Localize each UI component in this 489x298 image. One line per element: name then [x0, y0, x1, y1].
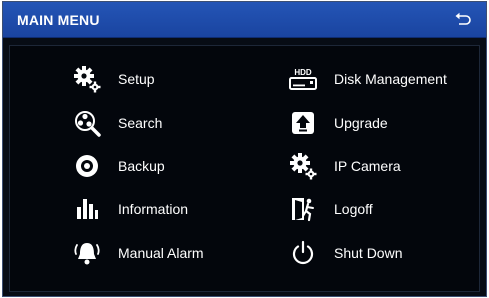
bar-chart-icon: [72, 194, 102, 224]
alarm-bell-icon: [72, 238, 102, 268]
title-bar: MAIN MENU: [3, 2, 486, 38]
menu-item-label: IP Camera: [334, 158, 401, 174]
menu-item-label: Upgrade: [334, 115, 388, 131]
menu-item-information[interactable]: Information: [72, 192, 188, 226]
gears-icon: [72, 64, 102, 94]
upgrade-icon: [288, 108, 318, 138]
menu-item-label: Shut Down: [334, 245, 403, 261]
menu-item-ip-camera[interactable]: IP Camera: [288, 149, 401, 183]
menu-item-label: Manual Alarm: [118, 245, 204, 261]
menu-item-label: Logoff: [334, 201, 373, 217]
menu-item-setup[interactable]: Setup: [72, 62, 155, 96]
menu-item-logoff[interactable]: Logoff: [288, 192, 373, 226]
menu-item-backup[interactable]: Backup: [72, 149, 165, 183]
hdd-icon: HDD: [288, 64, 318, 94]
back-arrow-icon[interactable]: [454, 11, 472, 29]
disc-icon: [72, 151, 102, 181]
menu-item-upgrade[interactable]: Upgrade: [288, 106, 388, 140]
menu-item-label: Backup: [118, 158, 165, 174]
menu-panel: Setup Search Backup Information Manual A…: [9, 45, 480, 292]
search-icon: [72, 108, 102, 138]
menu-item-label: Search: [118, 115, 163, 131]
menu-item-label: Information: [118, 201, 189, 217]
window-title: MAIN MENU: [17, 12, 100, 28]
gears-icon: [288, 151, 318, 181]
power-icon: [288, 238, 318, 268]
menu-item-disk-management[interactable]: HDD Disk Management: [288, 62, 447, 96]
main-menu-window: MAIN MENU Setup Search Backup Informatio…: [2, 1, 487, 297]
menu-item-label: Disk Management: [334, 71, 447, 87]
menu-item-label: Setup: [118, 71, 155, 87]
hdd-icon-text: HDD: [294, 68, 312, 77]
menu-item-shut-down[interactable]: Shut Down: [288, 236, 402, 270]
exit-door-icon: [288, 194, 318, 224]
menu-item-manual-alarm[interactable]: Manual Alarm: [72, 236, 204, 270]
menu-item-search[interactable]: Search: [72, 106, 162, 140]
